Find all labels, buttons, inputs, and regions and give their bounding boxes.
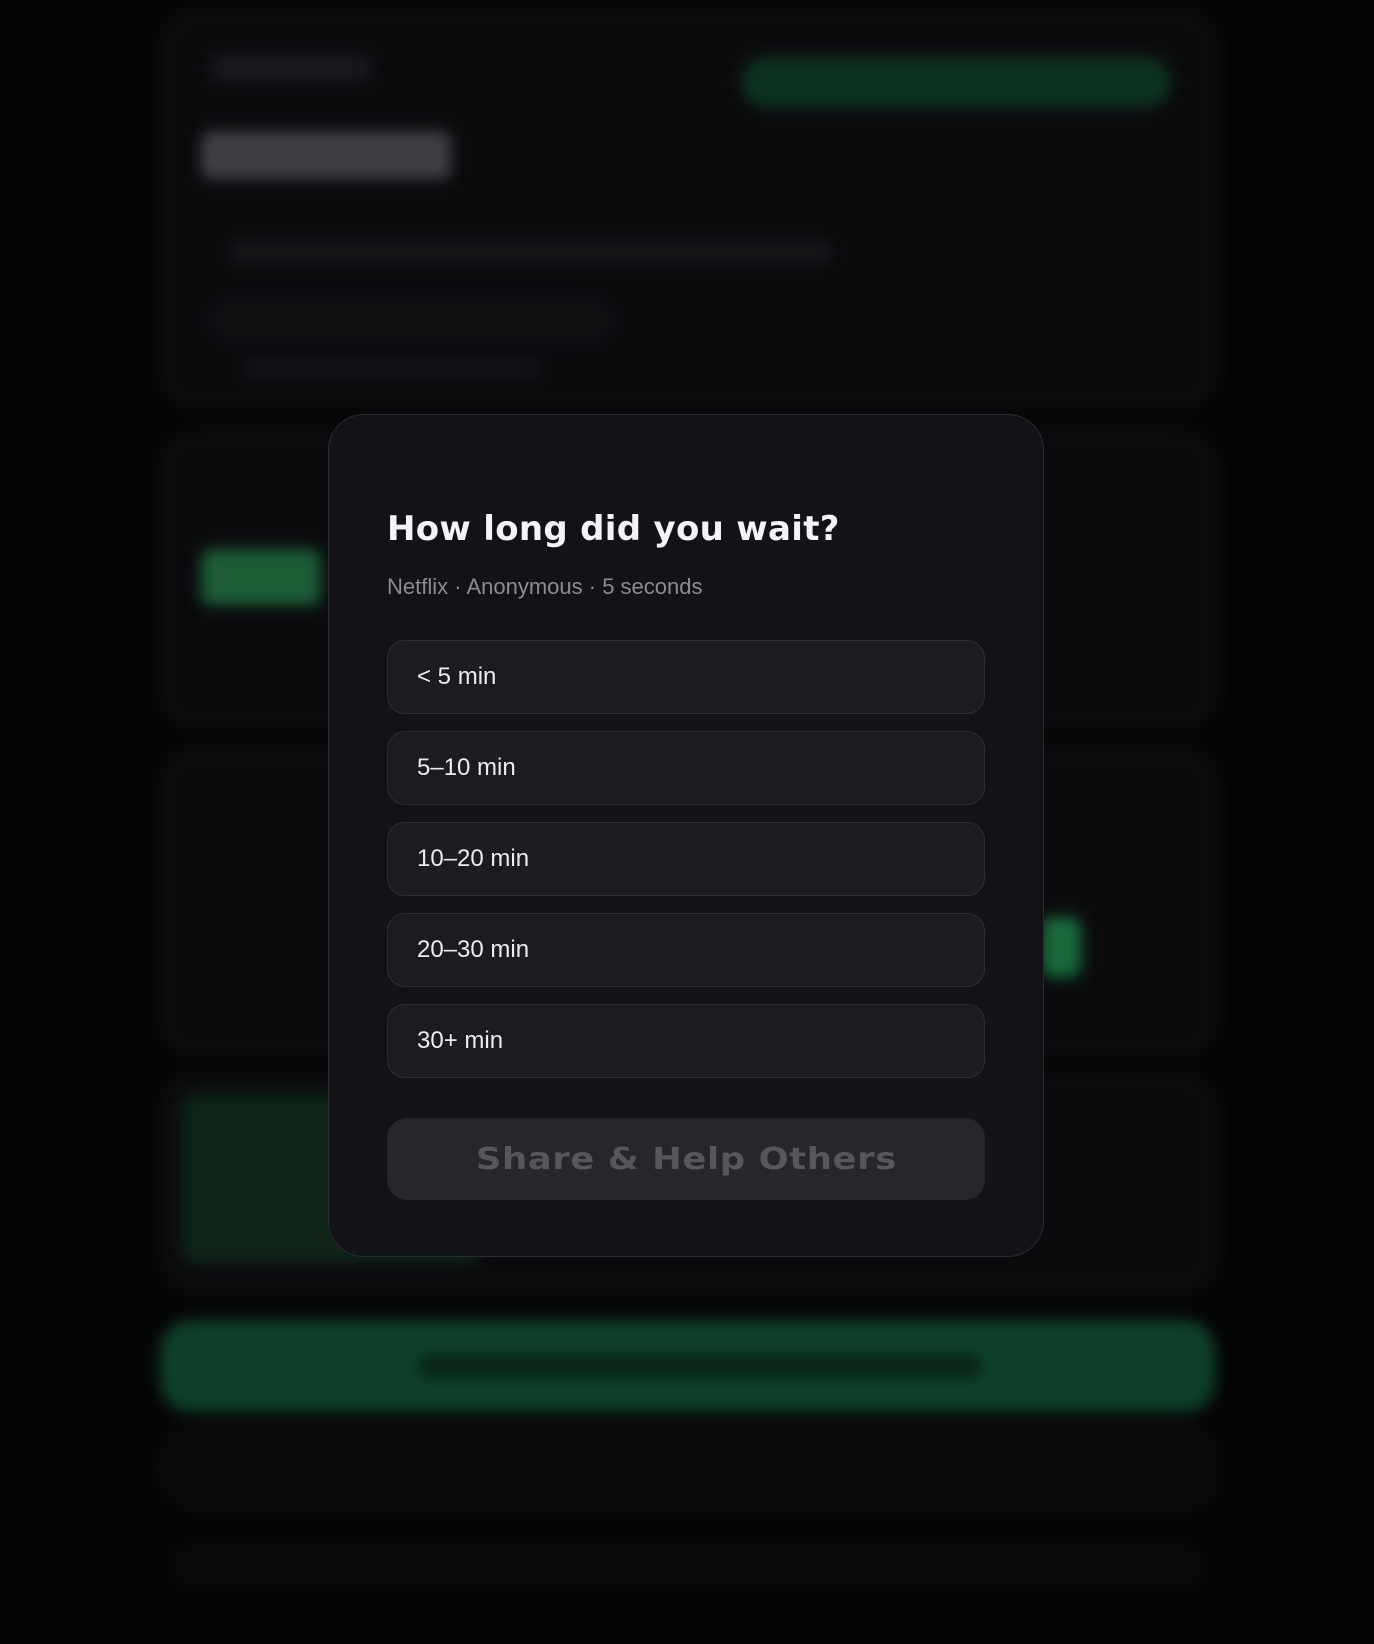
wait-option-30-plus[interactable]: 30+ min — [387, 1004, 985, 1079]
background-title — [201, 131, 451, 179]
background-cta-button — [741, 57, 1171, 107]
background-footer — [170, 1540, 1205, 1590]
background-primary-button — [160, 1320, 1215, 1412]
background-status-pill — [211, 297, 611, 343]
modal-subtitle: Netflix · Anonymous · 5 seconds — [387, 573, 703, 599]
background-logo — [211, 55, 371, 81]
wait-option-5-10[interactable]: 5–10 min — [387, 731, 985, 806]
background-info-line — [231, 241, 831, 263]
background-chart-bar — [1041, 917, 1081, 977]
background-stat-value — [201, 549, 321, 605]
wait-time-modal: How long did you wait? Netflix · Anonymo… — [328, 414, 1044, 1257]
wait-option-20-30[interactable]: 20–30 min — [387, 913, 985, 988]
wait-option-under-5[interactable]: < 5 min — [387, 640, 985, 715]
share-button-label: Share & Help Others — [475, 1141, 897, 1177]
background-header-card — [160, 8, 1217, 410]
wait-option-10-20[interactable]: 10–20 min — [387, 822, 985, 897]
background-primary-button-label — [420, 1354, 980, 1378]
modal-title: How long did you wait? — [387, 509, 840, 549]
share-button[interactable]: Share & Help Others — [387, 1118, 985, 1201]
wait-options-list: < 5 min 5–10 min 10–20 min 20–30 min 30+… — [387, 640, 985, 1079]
background-meta-line — [241, 359, 541, 377]
background-secondary-button — [160, 1424, 1219, 1510]
